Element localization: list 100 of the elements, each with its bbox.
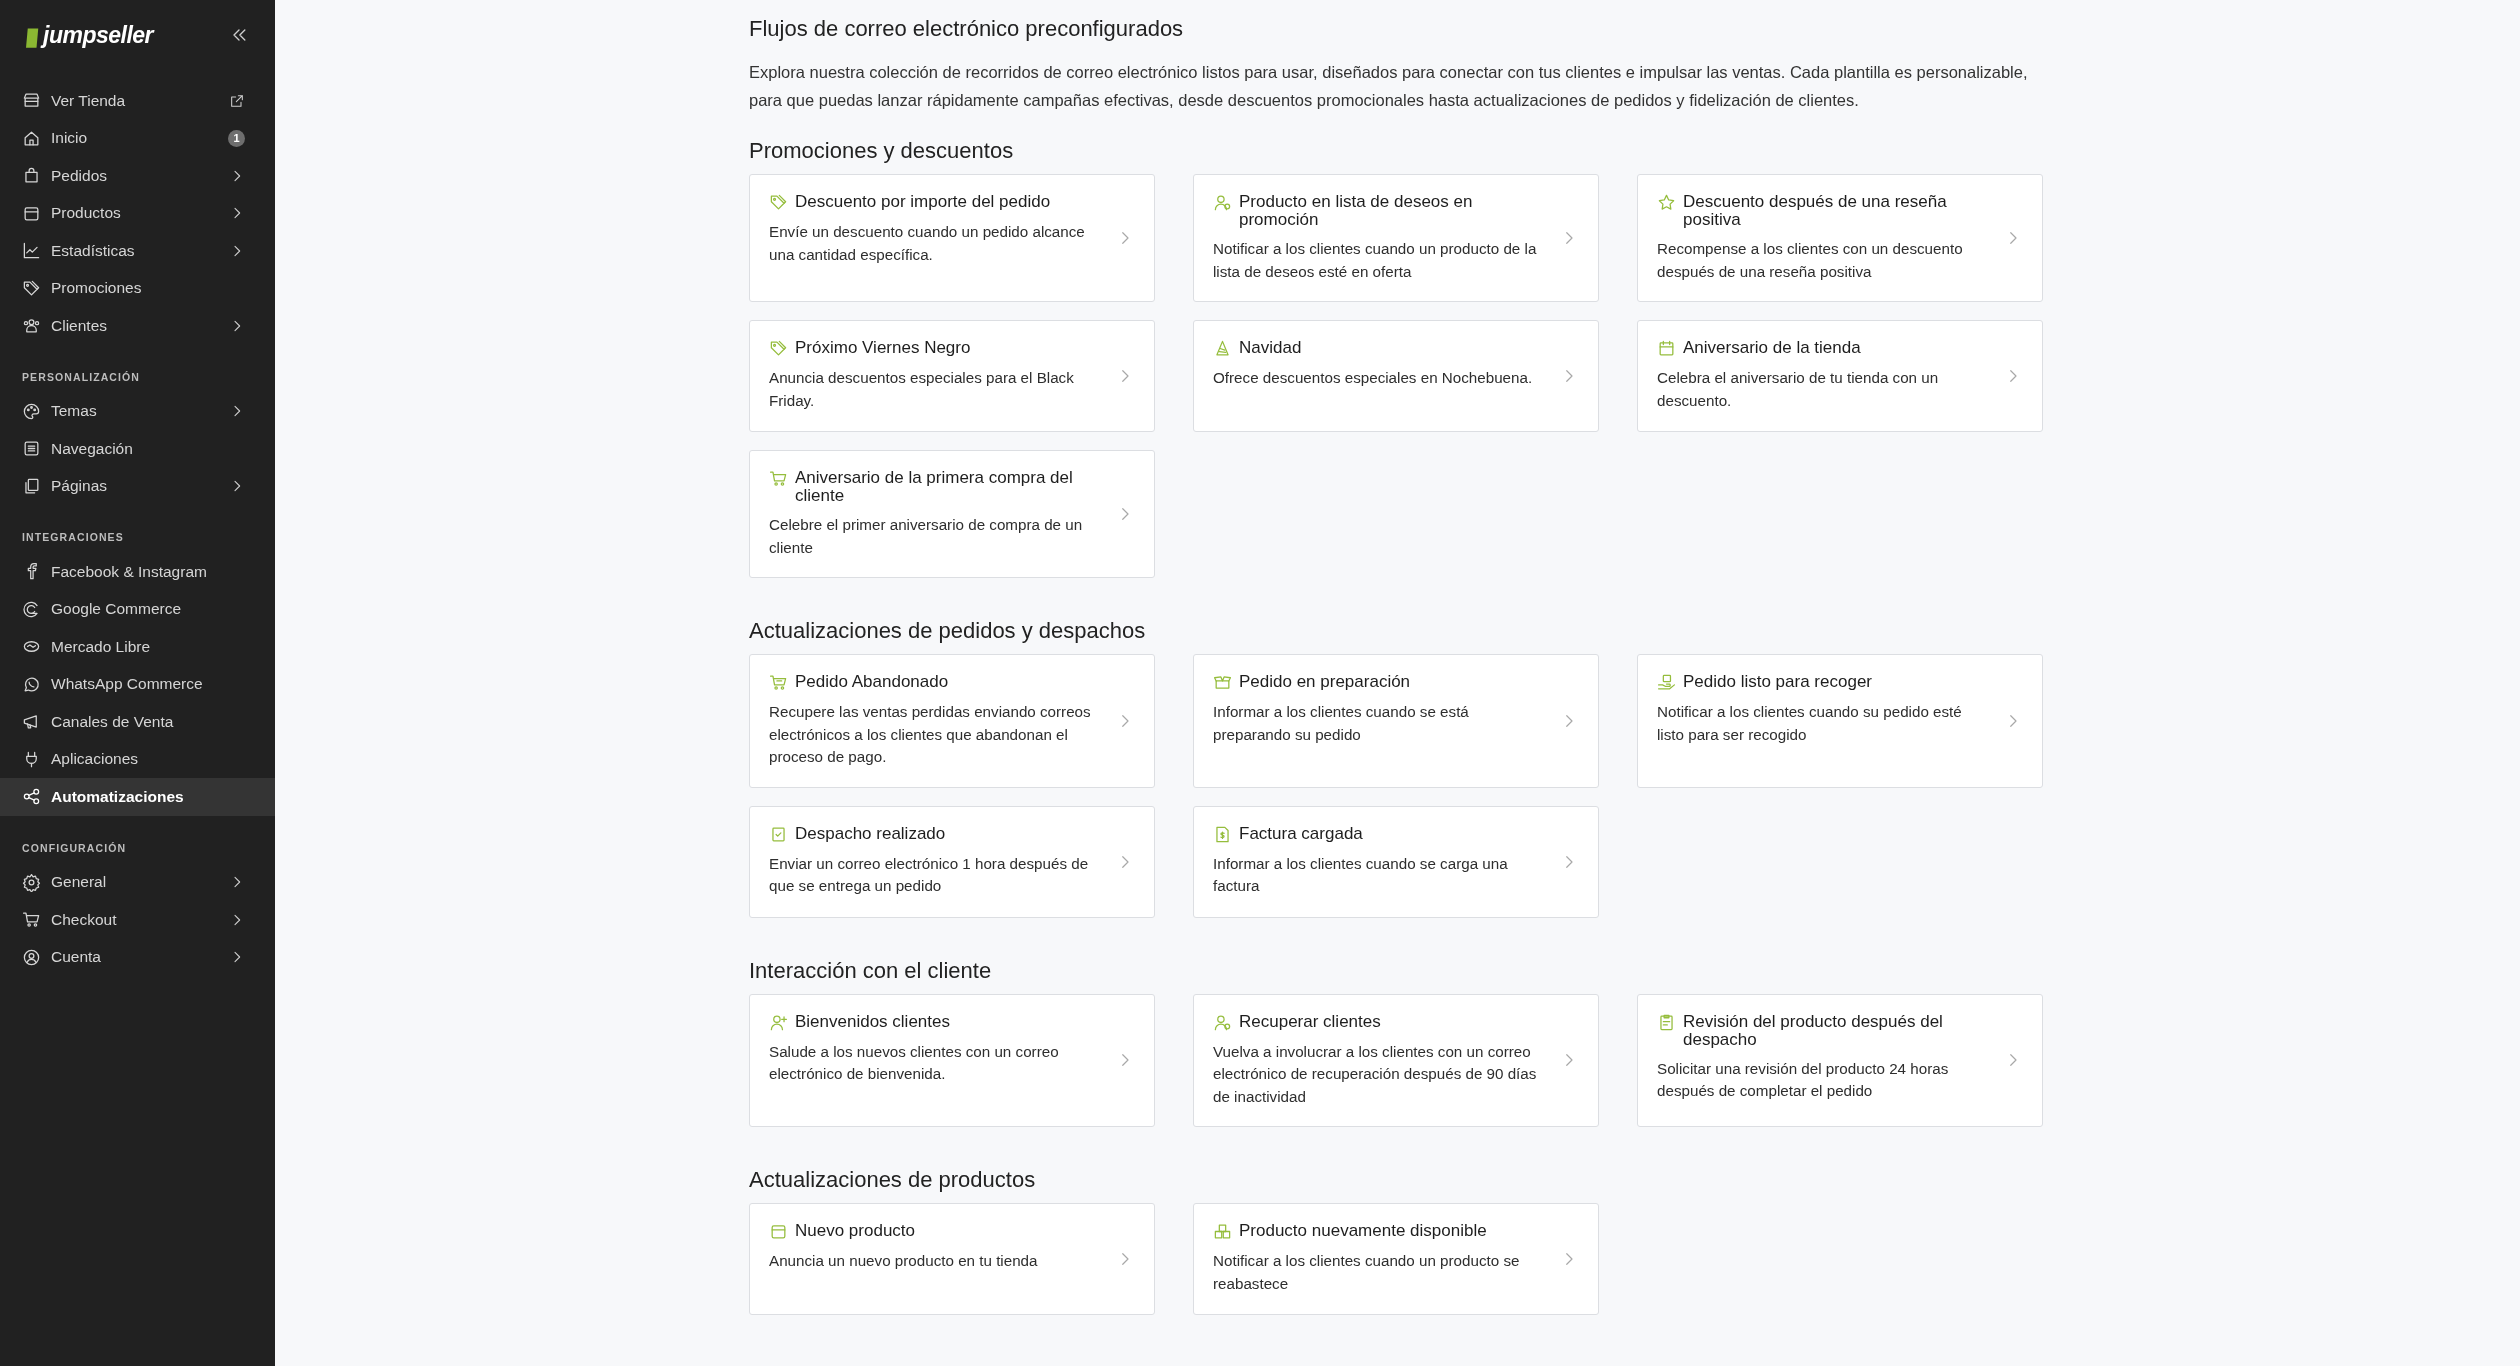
- flow-card[interactable]: Revisión del producto después del despacho Solicitar una revisión del producto 24 horas después de completar el pedido: [1637, 993, 2043, 1127]
- flow-card[interactable]: Bienvenidos clientes Salude a los nuevos clientes con un correo electrónico de bienvenida.: [749, 993, 1155, 1127]
- sidebar-label: Ver Tienda: [51, 91, 127, 110]
- cart-icon: [22, 910, 41, 930]
- sidebar-item[interactable]: Facebook & Instagram: [0, 553, 275, 591]
- card-description: Celebre el primer aniversario de compra de un cliente: [769, 515, 1084, 558]
- card-title: Pedido Abandonado: [795, 673, 949, 691]
- card-title: Recuperar clientes: [1239, 1012, 1381, 1031]
- tag-icon: [769, 339, 788, 358]
- sidebar-label: Mercado Libre: [51, 637, 152, 656]
- sidebar-label: General: [51, 873, 108, 892]
- sidebar-item[interactable]: Estadísticas: [0, 232, 275, 270]
- sidebar-label: Promociones: [51, 279, 143, 298]
- sidebar-item[interactable]: Pedidos: [0, 157, 275, 195]
- box-icon: [1213, 673, 1232, 692]
- page-title: Flujos de correo electrónico preconfigurados: [749, 16, 1185, 42]
- sidebar-item[interactable]: WhatsApp Commerce: [0, 665, 275, 703]
- sidebar-label: Cuenta: [51, 948, 102, 967]
- tag-icon: [22, 278, 41, 298]
- card-title: Producto nuevamente disponible: [1239, 1222, 1487, 1240]
- sidebar-item[interactable]: General: [0, 863, 275, 901]
- sidebar-item[interactable]: Productos: [0, 194, 275, 232]
- sidebar-label: WhatsApp Commerce: [51, 675, 204, 694]
- card-title: Pedido en preparación: [1239, 673, 1411, 691]
- sidebar-item[interactable]: Mercado Libre: [0, 628, 275, 666]
- card-description: Notificar a los clientes cuando un producto de la lista de deseos esté en oferta: [1213, 239, 1538, 282]
- settings-icon: [22, 872, 41, 892]
- card-title: Aniversario de la primera compra del cliente: [795, 469, 1074, 505]
- sidebar-label: Clientes: [51, 316, 108, 335]
- flow-card[interactable]: Descuento por importe del pedido Envíe un descuento cuando un pedido alcance una cantidad específica.: [749, 174, 1155, 302]
- card-description: Vuelva a involucrar a los clientes con un correo electrónico de recuperación después de 90 días de inactividad: [1213, 1041, 1538, 1107]
- sidebar-item[interactable]: Navegación: [0, 430, 275, 468]
- flow-card[interactable]: Aniversario de la primera compra del cliente Celebre el primer aniversario de compra de un cliente: [749, 450, 1155, 578]
- flow-card[interactable]: Aniversario de la tienda Celebra el aniversario de tu tienda con un descuento.: [1637, 320, 2043, 432]
- card-title: Revisión del producto después del despacho: [1683, 1012, 1944, 1049]
- section-title: Interacción con el cliente: [749, 957, 993, 984]
- sidebar-item[interactable]: Páginas: [0, 467, 275, 505]
- card-description: Informar a los clientes cuando se carga una factura: [1213, 853, 1509, 896]
- intro-paragraph: Explora nuestra colección de recorridos de correo electrónico listos para usar, diseñados para conectar con tus clientes e impulsar las ventas. Cada plantilla es personalizable, para que puedas lanzar rápidamente campañas efectivas, desde descuentos promocionales hasta actualizaciones de pedidos y fidelización de clientes.: [749, 62, 2029, 111]
- flow-card[interactable]: Pedido en preparación Informar a los clientes cuando se está preparando su pedido: [1193, 654, 1599, 788]
- flow-card[interactable]: Producto en lista de deseos en promoción Notificar a los clientes cuando un producto de la lista de deseos esté en oferta: [1193, 174, 1599, 302]
- flow-card[interactable]: Producto nuevamente disponible Notificar a los clientes cuando un producto se reabastece: [1193, 1203, 1599, 1315]
- sidebar-label: Pedidos: [51, 166, 108, 185]
- flow-card[interactable]: Pedido Abandonado Recupere las ventas perdidas enviando correos electrónicos a los clientes que abandonan el proceso de pago.: [749, 654, 1155, 788]
- card-title: Navidad: [1239, 339, 1302, 357]
- card-description: Ofrece descuentos especiales en Nochebuena.: [1213, 368, 1534, 388]
- home-icon: [22, 128, 41, 148]
- flow-card[interactable]: Pedido listo para recoger Notificar a los clientes cuando su pedido esté listo para ser recogido: [1637, 654, 2043, 788]
- sidebar-item[interactable]: Cuenta: [0, 938, 275, 976]
- section-heading: PERSONALIZACIÓN: [21, 369, 141, 385]
- sidebar-item[interactable]: Checkout: [0, 901, 275, 939]
- external-link-icon: [229, 92, 245, 109]
- card-description: Anuncia un nuevo producto en tu tienda: [769, 1251, 1039, 1271]
- sidebar-item[interactable]: Ver Tienda: [0, 82, 275, 120]
- calendar-icon: [1657, 339, 1676, 358]
- sidebar-item[interactable]: Inicio 1: [0, 119, 275, 157]
- card-description: Notificar a los clientes cuando su pedido esté listo para ser recogido: [1657, 702, 1963, 745]
- count-badge: 1: [228, 129, 245, 147]
- sidebar-item[interactable]: Aplicaciones: [0, 740, 275, 778]
- sidebar-item[interactable]: Clientes: [0, 307, 275, 345]
- flow-card[interactable]: Nuevo producto Anuncia un nuevo producto en tu tienda: [749, 1203, 1155, 1315]
- card-title: Descuento por importe del pedido: [795, 193, 1051, 211]
- card-description: Solicitar una revisión del producto 24 horas después de completar el pedido: [1657, 1058, 1950, 1101]
- flow-card[interactable]: Recuperar clientes Vuelva a involucrar a los clientes con un correo electrónico de recuperación después de 90 días de inactividad: [1193, 993, 1599, 1127]
- sidebar-label: Checkout: [51, 910, 118, 929]
- sidebar-label: Productos: [51, 204, 122, 223]
- flow-card[interactable]: Factura cargada Informar a los clientes cuando se carga una factura: [1193, 805, 1599, 918]
- share-icon: [22, 787, 41, 807]
- sidebar-item[interactable]: Google Commerce: [0, 590, 275, 628]
- sidebar-item[interactable]: Automatizaciones: [0, 778, 275, 816]
- cart-icon: [769, 469, 788, 488]
- card-description: Recupere las ventas perdidas enviando correos electrónicos a los clientes que abandonan el proceso de pago.: [769, 702, 1092, 767]
- section-title: Actualizaciones de pedidos y despachos: [749, 618, 1147, 644]
- boxes-icon: [1213, 1222, 1232, 1241]
- card-title: Próximo Viernes Negro: [795, 339, 971, 357]
- section-title: Promociones y descuentos: [749, 138, 1015, 164]
- flow-card[interactable]: Navidad Ofrece descuentos especiales en Nochebuena.: [1193, 320, 1599, 432]
- pages-icon: [22, 476, 41, 496]
- sidebar-label: Navegación: [51, 439, 134, 458]
- flow-card[interactable]: Despacho realizado Enviar un correo electrónico 1 hora después de que se entrega un pedido: [749, 805, 1155, 918]
- box-icon: [769, 1222, 788, 1241]
- card-title: Nuevo producto: [795, 1222, 916, 1240]
- sidebar-label: Facebook & Instagram: [51, 562, 208, 581]
- card-description: Enviar un correo electrónico 1 hora después de que se entrega un pedido: [769, 853, 1090, 896]
- user-circle-icon: [22, 947, 41, 967]
- invoice-icon: [1213, 824, 1232, 844]
- sidebar-item[interactable]: Canales de Venta: [0, 703, 275, 741]
- hand-icon: [1657, 673, 1676, 692]
- sidebar-label: Estadísticas: [51, 241, 136, 260]
- card-description: Recompense a los clientes con un descuento después de una reseña positiva: [1657, 239, 1964, 282]
- sidebar-item[interactable]: Temas: [0, 392, 275, 430]
- star-icon: [1657, 193, 1676, 212]
- card-title: Descuento después de una reseña positiva: [1683, 193, 1948, 229]
- card-title: Despacho realizado: [795, 824, 946, 843]
- sidebar-item[interactable]: Promociones: [0, 269, 275, 307]
- flow-card[interactable]: Próximo Viernes Negro Anuncia descuentos especiales para el Black Friday.: [749, 320, 1155, 432]
- flow-card[interactable]: Descuento después de una reseña positiva Recompense a los clientes con un descuento después de una reseña positiva: [1637, 174, 2043, 302]
- sidebar-label: Páginas: [51, 477, 108, 496]
- logo[interactable]: jumpseller: [22, 19, 154, 51]
- sidebar-label: Google Commerce: [51, 600, 183, 619]
